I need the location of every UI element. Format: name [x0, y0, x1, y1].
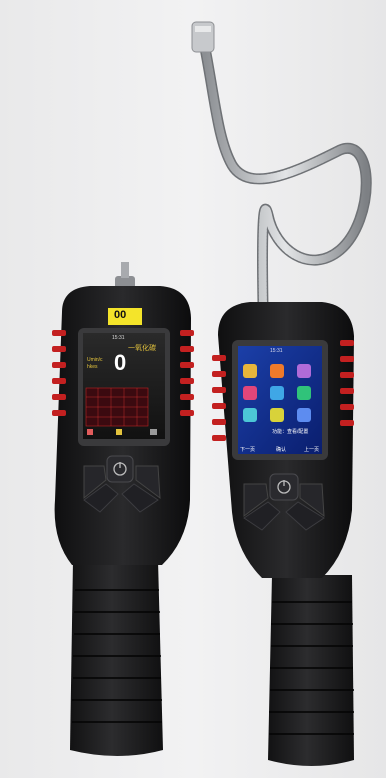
left-power-button: [106, 455, 134, 483]
right-softkey-right: 上一页: [304, 447, 320, 453]
app-icon: [297, 408, 311, 422]
left-unit-line2: hkes: [87, 364, 98, 370]
app-icon: [297, 364, 311, 378]
gooseneck-hose: [191, 21, 372, 311]
right-status-time: 15:31: [270, 348, 283, 354]
app-icon: [243, 364, 257, 378]
right-gas-detector: [212, 302, 354, 766]
app-icon: [243, 408, 257, 422]
app-icon: [270, 386, 284, 400]
right-softkey-left: 下一页: [240, 447, 256, 453]
menu-icon-grid: [243, 364, 311, 422]
left-gas-name: 一氧化碳: [128, 345, 156, 352]
right-power-button: [269, 473, 299, 501]
app-icon: [270, 408, 284, 422]
app-icon: [270, 364, 284, 378]
sensor-tag-label: 00: [114, 309, 127, 321]
left-reading: 0: [114, 350, 127, 375]
app-icon: [297, 386, 311, 400]
left-unit-line1: Umin/c: [87, 357, 103, 363]
right-menu-hint: 功能：查看/配置: [272, 429, 309, 435]
right-handle: [268, 575, 354, 766]
app-icon: [243, 386, 257, 400]
right-softkey-center: 确认: [276, 447, 287, 453]
product-photo: [52, 21, 372, 766]
left-status-time: 15:31: [112, 335, 125, 341]
